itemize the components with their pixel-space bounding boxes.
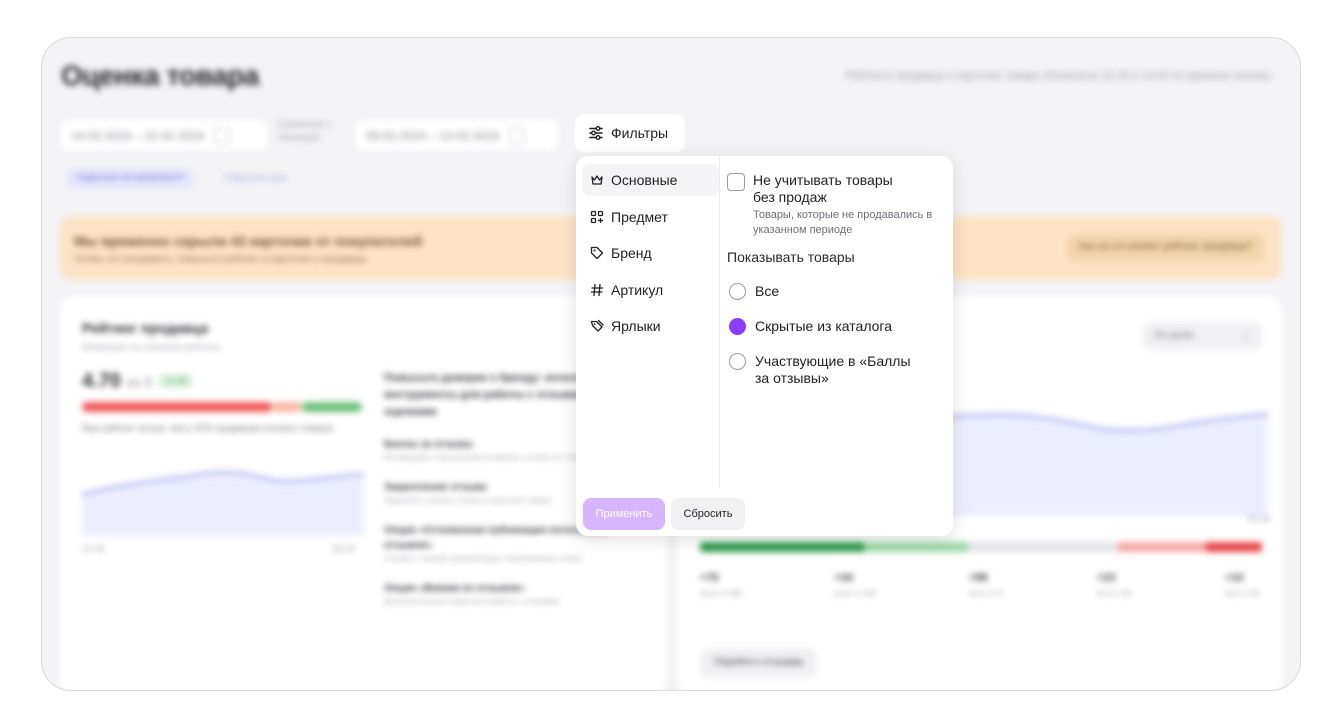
radio-hidden-from-catalog[interactable]: Скрытые из каталога — [729, 318, 892, 335]
chip-label: Скрытые из каталога — [77, 172, 175, 183]
reviews-axis-end: 08.08 — [1247, 514, 1270, 524]
show-products-heading: Показывать товары — [727, 249, 855, 265]
compare-range-picker[interactable]: 09.02.2024 – 13.02.2024 — [356, 120, 558, 150]
checkbox-label: Не учитывать товары без продаж — [753, 172, 893, 205]
radio-all[interactable]: Все — [729, 283, 779, 300]
radio-circle-selected[interactable] — [729, 318, 746, 335]
calendar-icon — [214, 128, 231, 144]
label-icon — [590, 319, 604, 332]
crown-icon — [591, 175, 603, 185]
radio-label: Скрытые из каталога — [755, 318, 893, 334]
stat-item: +88 всего 471 — [968, 572, 1005, 598]
filters-button[interactable]: Фильтры — [575, 114, 685, 152]
filter-nav-main[interactable]: Основные — [582, 164, 719, 196]
banner-help-button[interactable]: Как на это влияет рейтинг продавца? — [1066, 234, 1264, 262]
rating-bar-red — [82, 402, 272, 412]
filters-button-label: Фильтры — [611, 125, 669, 141]
dist-bar-3 — [968, 542, 1118, 552]
page-title: Оценка товара — [61, 60, 259, 91]
update-note: Рейтинги продавца и карточек товара обно… — [845, 70, 1272, 82]
seller-score: 4.70 из 5 +0.08 — [82, 370, 193, 393]
tag-icon — [590, 246, 604, 260]
axis-end: 08.08 — [332, 544, 355, 554]
seller-sparkline — [82, 471, 364, 536]
review-stats: +75 всего 4 080 +34 всего 1 584 +88 всего 4… — [700, 572, 1260, 598]
axis-start: 22.08 — [82, 544, 105, 554]
filter-nav-article[interactable]: Артикул — [582, 274, 719, 306]
filter-nav-subject[interactable]: Предмет — [582, 201, 719, 233]
dist-bar-4 — [864, 542, 968, 552]
stat-item: +23 всего 184 — [1096, 572, 1133, 598]
reviews-chart — [938, 413, 1268, 516]
radio-circle[interactable] — [729, 283, 746, 300]
seller-card-subtitle: Влияющее на значение рейтинга — [82, 342, 221, 352]
radio-label: Все — [755, 283, 780, 299]
stat-item: +10 всего 145 — [1224, 572, 1260, 598]
reset-button[interactable]: Сбросить — [671, 498, 745, 530]
date-range-value: 14.02.2024 – 22.02.2024 — [71, 129, 205, 143]
filters-nav: Основные Предмет Бренд Артикул Ярлыки — [582, 164, 719, 347]
stat-item: +75 всего 4 080 — [700, 572, 743, 598]
filter-nav-label: Основные — [611, 172, 678, 188]
banner-subtitle: Чтобы это исправить, повысьте рейтинг в … — [74, 254, 367, 265]
dist-bar-1 — [1206, 542, 1262, 552]
checkbox-hint: Товары, которые не продавались в указанн… — [753, 209, 933, 236]
radio-points-for-reviews[interactable]: Участвующие в «Баллы за отзывы» — [729, 353, 915, 387]
reset-all-link[interactable]: Сбросить все — [224, 173, 287, 184]
date-range-picker[interactable]: 14.02.2024 – 22.02.2024 — [61, 120, 267, 150]
filter-nav-label: Бренд — [611, 245, 652, 261]
active-filter-chip[interactable]: Скрытые из каталога ▾ — [67, 169, 193, 189]
period-select[interactable]: По дням ⌄ — [1142, 322, 1262, 350]
apply-button[interactable]: Применить — [583, 498, 665, 530]
rating-bar-green — [302, 402, 362, 412]
tip-item[interactable]: Опция «Вжжжж из отзывов» Дополнительная о… — [384, 581, 644, 608]
calendar-icon — [509, 128, 526, 144]
compare-label: Сравнение с периодом — [278, 119, 332, 142]
panel-divider — [719, 156, 720, 488]
compare-range-value: 09.02.2024 – 13.02.2024 — [366, 129, 500, 143]
filter-nav-label: Артикул — [611, 281, 664, 298]
go-to-reviews-button[interactable]: Перейти к отзывам — [700, 648, 817, 678]
filter-nav-label: Ярлыки — [611, 318, 661, 334]
stat-item: +34 всего 1 584 — [834, 572, 877, 598]
dist-bar-2 — [1118, 542, 1206, 552]
rating-bar-orange — [272, 402, 302, 412]
main-filters-options: Не учитывать товары без продаж Товары, к… — [727, 172, 947, 238]
checkbox-box[interactable] — [727, 173, 745, 191]
filter-nav-brand[interactable]: Бренд — [582, 237, 719, 269]
filter-nav-labels[interactable]: Ярлыки — [582, 310, 719, 342]
radio-circle[interactable] — [729, 353, 746, 370]
seller-description: Ваш рейтинг лучше, чем у 40% продавцов п… — [82, 423, 333, 433]
banner-title: Мы временно скрыли 43 карточки от покупа… — [74, 233, 423, 249]
dist-bar-5 — [700, 542, 864, 552]
radio-label: Участвующие в «Баллы за отзывы» — [755, 353, 911, 386]
hash-icon — [590, 283, 604, 296]
sliders-icon — [589, 126, 603, 140]
filters-panel: Основные Предмет Бренд Артикул Ярлыки Не… — [576, 156, 953, 536]
filter-nav-label: Предмет — [611, 208, 668, 225]
exclude-no-sales-checkbox[interactable]: Не учитывать товары без продаж Товары, к… — [727, 172, 947, 238]
seller-card-title: Рейтинг продавца — [82, 320, 209, 336]
grid-icon — [590, 210, 604, 223]
